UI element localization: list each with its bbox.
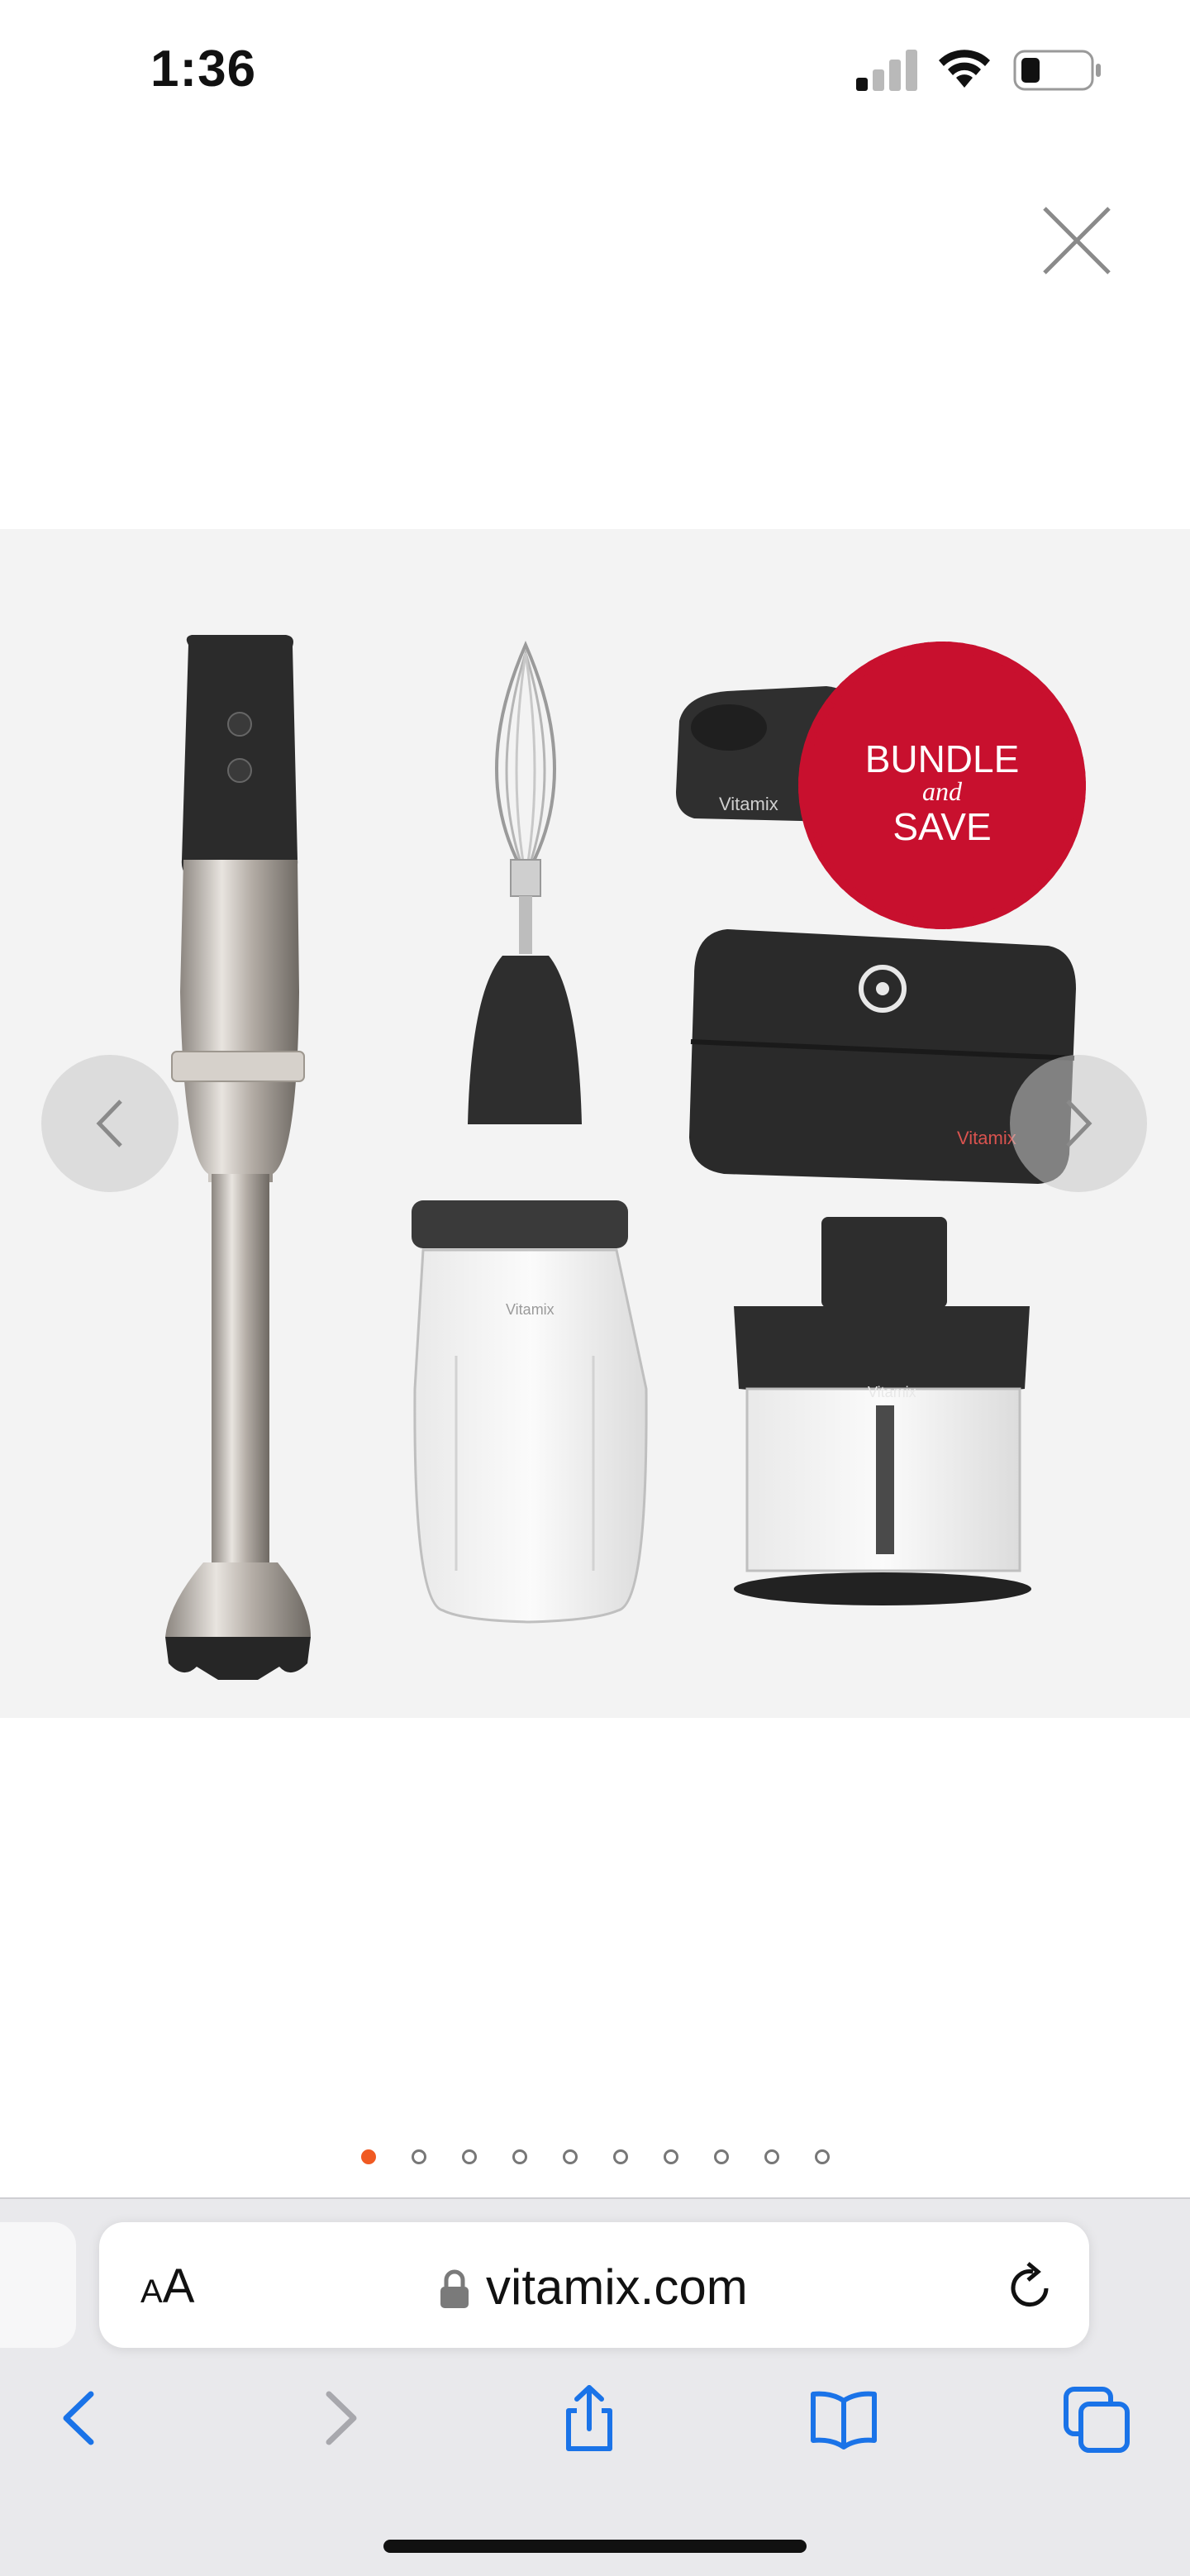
carousel-dot-2[interactable]: [412, 2149, 426, 2164]
vitamix-logo-chopper: Vitamix: [868, 1384, 916, 1400]
whisk-attachment: [468, 641, 582, 1124]
close-button[interactable]: [1040, 203, 1114, 278]
text-size-small-label: A: [140, 2273, 163, 2310]
carousel-dot-5[interactable]: [563, 2149, 578, 2164]
immersion-blender: [165, 635, 311, 1680]
wifi-icon: [939, 50, 990, 88]
chevron-right-icon: [1066, 1100, 1092, 1147]
vitamix-logo-case: Vitamix: [957, 1128, 1016, 1148]
carousel-dot-6[interactable]: [613, 2149, 628, 2164]
badge-line-bundle: BUNDLE: [865, 737, 1020, 780]
vitamix-logo-cup: Vitamix: [506, 1301, 555, 1318]
carousel-dot-1[interactable]: [361, 2149, 376, 2164]
vitamix-logo-base: Vitamix: [719, 794, 778, 814]
cellular-signal-icon: [856, 50, 917, 91]
reload-icon[interactable]: [1000, 2259, 1059, 2318]
bundle-and-save-badge: BUNDLE and SAVE: [798, 642, 1086, 929]
lock-icon: [440, 2269, 469, 2308]
share-icon[interactable]: [552, 2381, 626, 2455]
carousel-dot-3[interactable]: [462, 2149, 477, 2164]
url-text[interactable]: vitamix.com: [486, 2259, 748, 2316]
home-indicator: [383, 2540, 807, 2553]
forward-icon[interactable]: [302, 2381, 377, 2455]
carousel-dot-9[interactable]: [764, 2149, 779, 2164]
page-settings-button[interactable]: AA: [140, 2259, 194, 2314]
next-image-button[interactable]: [1010, 1055, 1147, 1192]
carousel-pagination: [0, 2146, 1190, 2171]
battery-icon: [1013, 50, 1101, 91]
bookmarks-icon[interactable]: [807, 2381, 881, 2455]
carousel-dot-4[interactable]: [512, 2149, 527, 2164]
badge-line-save: SAVE: [892, 805, 991, 848]
badge-line-and: and: [922, 776, 963, 806]
carousel-dot-8[interactable]: [714, 2149, 729, 2164]
status-time: 1:36: [150, 41, 257, 98]
tabs-icon[interactable]: [1059, 2381, 1134, 2455]
carousel-dot-10[interactable]: [815, 2149, 830, 2164]
previous-image-button[interactable]: [41, 1055, 178, 1192]
blending-cup: Vitamix: [412, 1200, 648, 1624]
carousel-dot-7[interactable]: [664, 2149, 678, 2164]
chevron-left-icon: [96, 1100, 122, 1147]
back-icon[interactable]: [43, 2381, 117, 2455]
text-size-large-label: A: [162, 2259, 195, 2313]
chopper-attachment: Vitamix: [734, 1217, 1031, 1605]
previous-tab-preview[interactable]: [0, 2222, 76, 2348]
